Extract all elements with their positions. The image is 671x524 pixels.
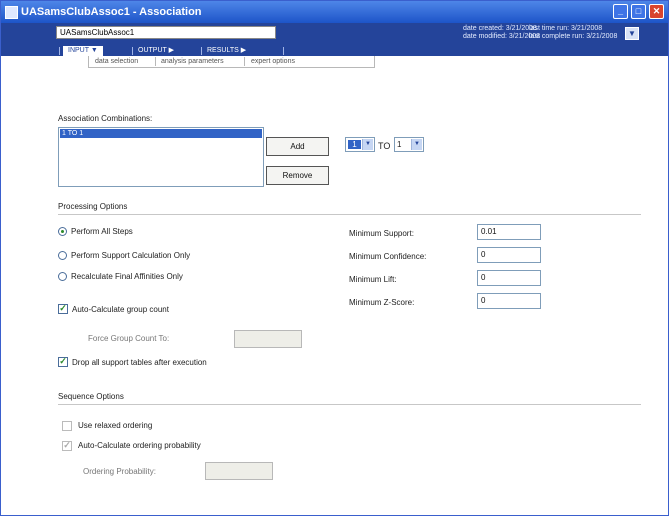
maximize-icon: □ [635, 6, 642, 16]
app-icon [5, 6, 18, 19]
analysis-name-input[interactable] [56, 26, 276, 39]
minimize-icon: _ [617, 6, 623, 16]
auto-calculate-group-checkbox[interactable]: ✓ [58, 303, 68, 314]
list-item[interactable]: 1 TO 1 [60, 129, 262, 138]
maximize-button[interactable]: □ [631, 4, 646, 19]
subtab-expert-options[interactable]: expert options [251, 56, 295, 67]
analysis-header: date created: 3/21/2008 date modified: 3… [1, 23, 668, 46]
tab-input[interactable]: INPUT ▼ [63, 46, 103, 56]
auto-calculate-group-label: Auto-Calculate group count [72, 305, 169, 314]
chevron-down-icon: ▼ [365, 141, 371, 147]
radio-recalculate-affinities[interactable] [58, 272, 67, 281]
minimum-zscore-label: Minimum Z-Score: [349, 298, 415, 307]
chevron-down-icon: ▼ [628, 29, 636, 38]
force-group-count-input[interactable] [234, 330, 302, 348]
association-combinations-list[interactable]: 1 TO 1 [58, 127, 264, 187]
subtab-separator [155, 57, 156, 66]
to-label: TO [378, 141, 391, 151]
sequence-options-title: Sequence Options [58, 392, 124, 401]
tab-output[interactable]: OUTPUT ▶ [138, 46, 174, 56]
minimum-support-input[interactable]: 0.01 [477, 224, 541, 240]
radio-label-support-calculation-only: Perform Support Calculation Only [71, 251, 191, 260]
last-time-run-text: last time run: 3/21/2008 [529, 25, 603, 32]
date-created-text: date created: 3/21/2008 [463, 25, 537, 32]
relaxed-ordering-checkbox[interactable] [62, 421, 72, 431]
force-group-count-label: Force Group Count To: [88, 334, 170, 343]
close-button[interactable]: ✕ [649, 4, 664, 19]
minimize-button[interactable]: _ [613, 4, 628, 19]
nav-separator [283, 47, 284, 55]
to-select-value: 1 [397, 140, 402, 149]
from-select-arrow[interactable]: ▼ [362, 139, 373, 150]
subtab-data-selection[interactable]: data selection [95, 56, 138, 67]
chevron-down-icon: ▼ [414, 141, 420, 147]
nav-separator [132, 47, 133, 55]
ordering-probability-input[interactable] [205, 462, 273, 480]
minimum-confidence-label: Minimum Confidence: [349, 252, 427, 261]
drop-support-tables-checkbox[interactable]: ✓ [58, 356, 68, 367]
subtab-separator [244, 57, 245, 66]
main-nav: INPUT ▼ OUTPUT ▶ RESULTS ▶ [1, 46, 668, 56]
input-subtabs: data selection analysis parameters exper… [88, 56, 375, 68]
nav-separator [59, 47, 60, 55]
radio-perform-all-steps[interactable] [58, 227, 67, 236]
radio-support-calculation-only[interactable] [58, 251, 67, 260]
minimum-confidence-input[interactable]: 0 [477, 247, 541, 263]
association-window: UASamsClubAssoc1 - Association _ □ ✕ dat… [0, 0, 669, 516]
to-select[interactable]: 1 ▼ [394, 137, 424, 152]
nav-separator [201, 47, 202, 55]
divider [58, 404, 641, 405]
radio-label-recalculate-affinities: Recalculate Final Affinities Only [71, 272, 183, 281]
checkmark-icon: ✓ [63, 440, 71, 450]
minimum-lift-label: Minimum Lift: [349, 275, 397, 284]
tab-results[interactable]: RESULTS ▶ [207, 46, 246, 56]
title-bar[interactable]: UASamsClubAssoc1 - Association _ □ ✕ [1, 1, 668, 23]
radio-dot [61, 230, 64, 233]
subtab-analysis-parameters[interactable]: analysis parameters [161, 56, 224, 67]
from-select-value: 1 [348, 140, 361, 149]
add-button[interactable]: Add [266, 137, 329, 156]
relaxed-ordering-label: Use relaxed ordering [78, 421, 153, 430]
minimum-zscore-input[interactable]: 0 [477, 293, 541, 309]
auto-ordering-probability-checkbox[interactable]: ✓ [62, 440, 72, 451]
from-select[interactable]: 1 ▼ [345, 137, 375, 152]
close-icon: ✕ [652, 6, 661, 16]
ordering-probability-label: Ordering Probability: [83, 467, 156, 476]
drop-support-tables-label: Drop all support tables after execution [72, 358, 207, 367]
divider [58, 214, 641, 215]
checkmark-icon: ✓ [59, 303, 67, 313]
header-menu-button[interactable]: ▼ [625, 27, 639, 40]
association-combinations-label: Association Combinations: [58, 114, 153, 123]
processing-options-title: Processing Options [58, 202, 128, 211]
window-title: UASamsClubAssoc1 - Association [21, 6, 202, 18]
to-select-arrow[interactable]: ▼ [411, 139, 422, 150]
last-complete-run-text: last complete run: 3/21/2008 [529, 33, 618, 40]
radio-label-perform-all-steps: Perform All Steps [71, 227, 133, 236]
checkmark-icon: ✓ [59, 356, 67, 366]
auto-ordering-probability-label: Auto-Calculate ordering probability [78, 441, 201, 450]
remove-button[interactable]: Remove [266, 166, 329, 185]
minimum-lift-input[interactable]: 0 [477, 270, 541, 286]
minimum-support-label: Minimum Support: [349, 229, 414, 238]
